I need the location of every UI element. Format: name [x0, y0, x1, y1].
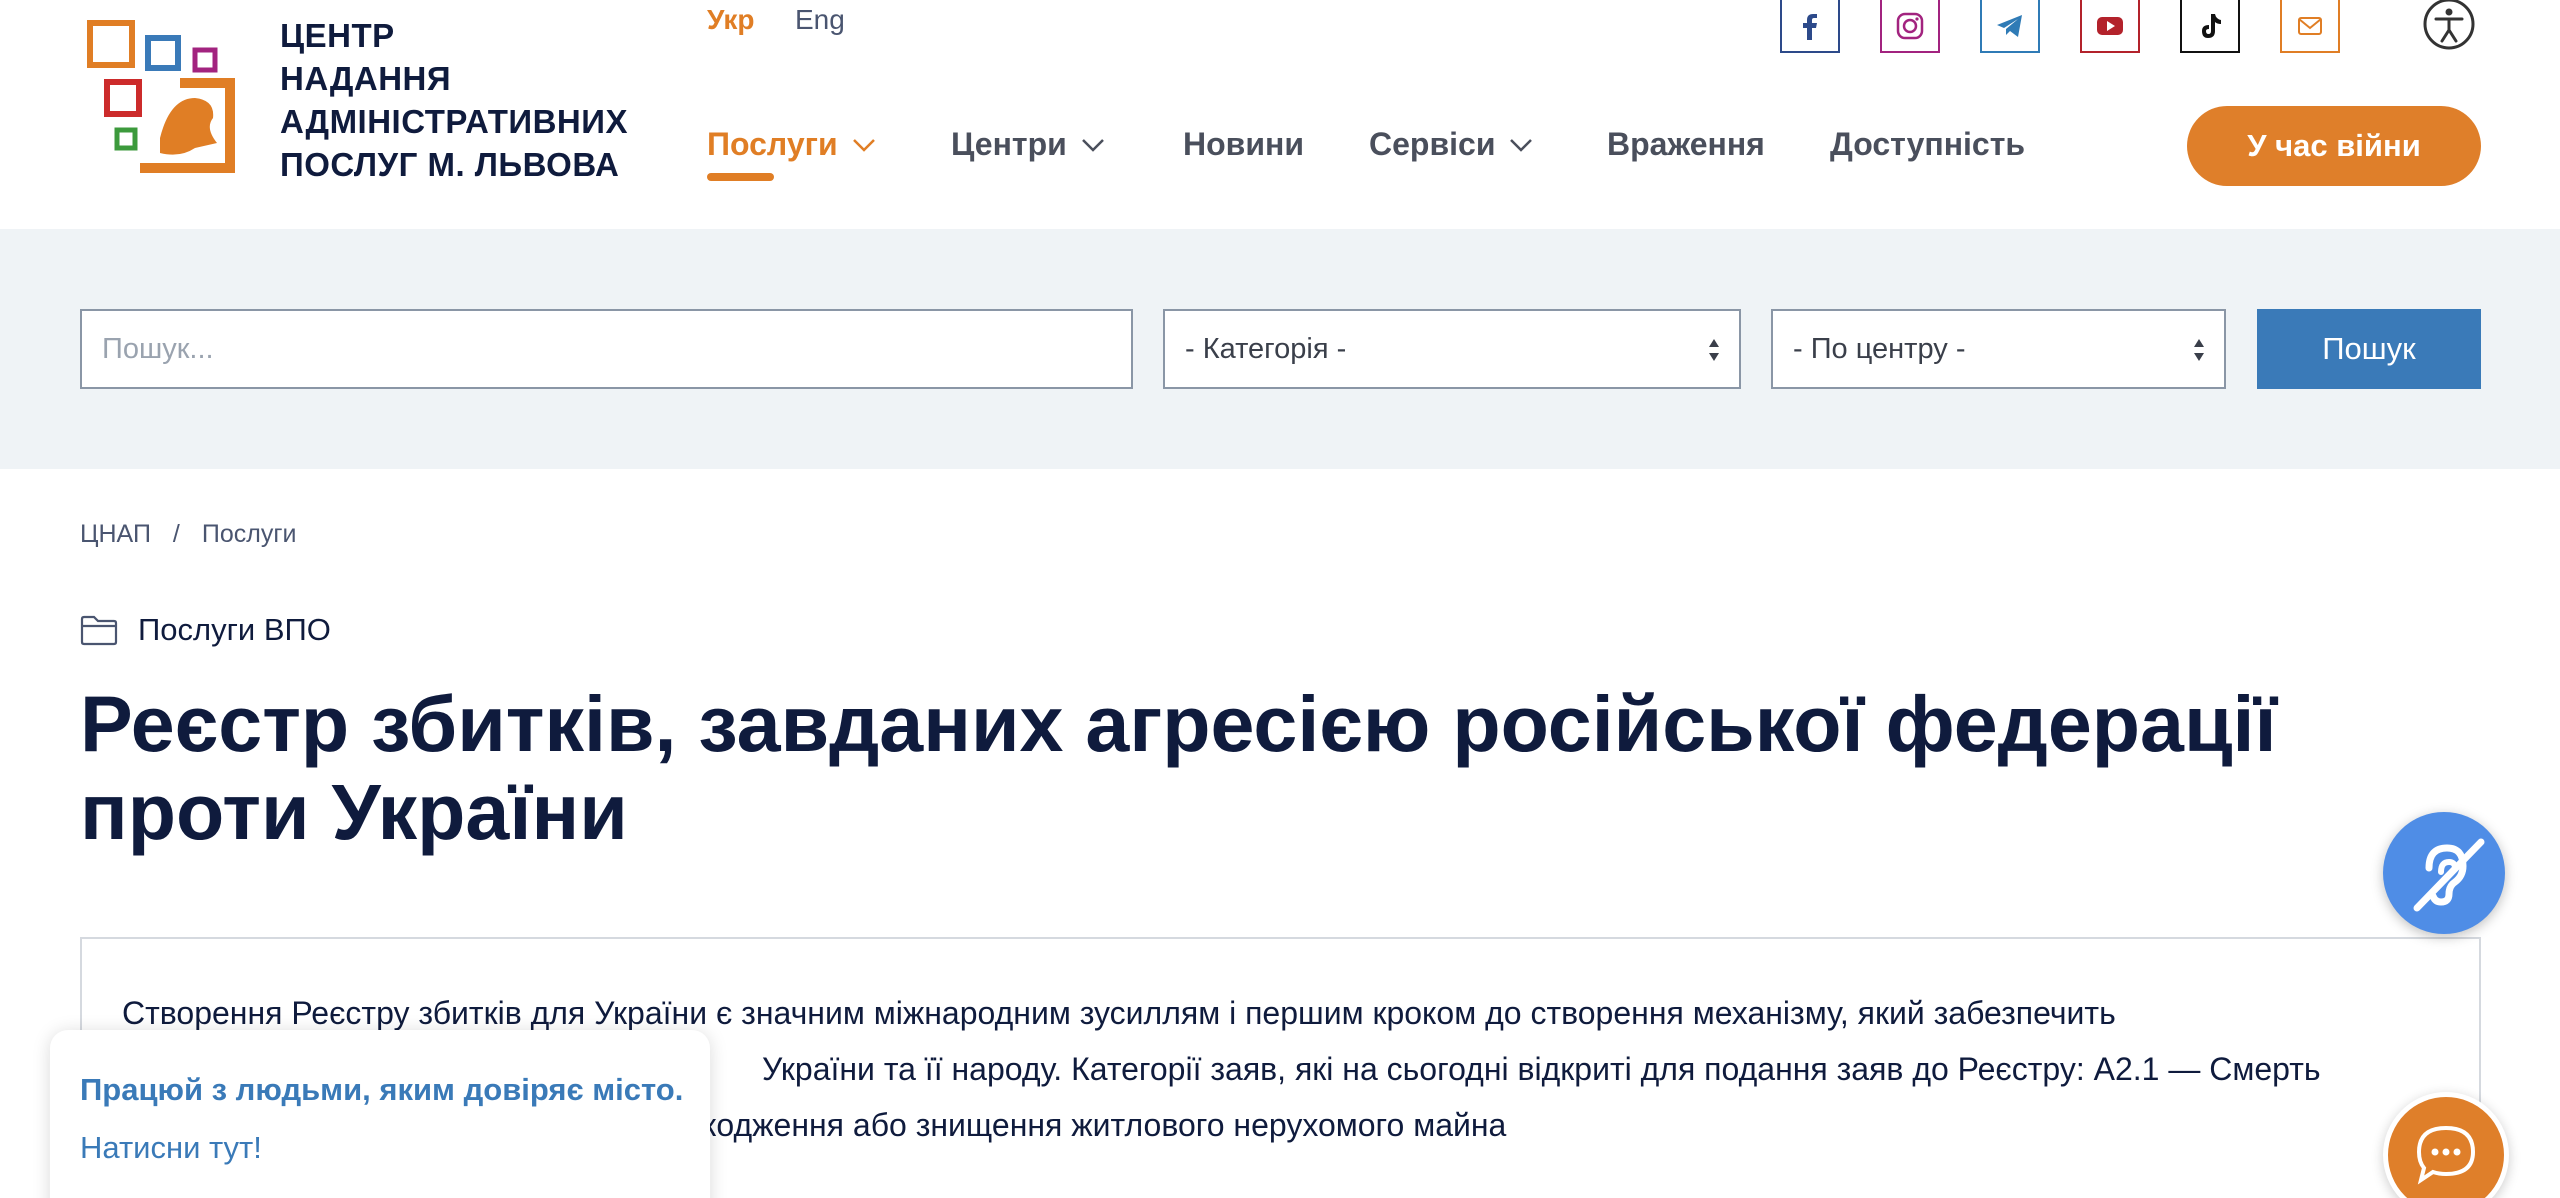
nav-services-online-label: Сервіси [1369, 126, 1496, 162]
breadcrumb-home[interactable]: ЦНАП [80, 520, 151, 549]
nav-centers[interactable]: Центри [951, 126, 1105, 163]
center-select-value: - По центру - [1793, 332, 1966, 365]
hearing-icon [2413, 838, 2485, 912]
lang-eng[interactable]: Eng [795, 4, 845, 36]
logo-line-2: НАДАННЯ [280, 60, 452, 97]
nav-accessibility-label: Доступність [1830, 126, 2026, 162]
telegram-icon [1997, 14, 2022, 37]
telegram-link[interactable] [1980, 0, 2040, 53]
nav-centers-label: Центри [951, 126, 1067, 162]
select-arrows-icon [1709, 339, 1719, 361]
breadcrumb-separator: / [172, 520, 180, 548]
nav-services-online[interactable]: Сервіси [1369, 126, 1533, 163]
site-header: ЦЕНТР НАДАННЯ АДМІНІСТРАТИВНИХ ПОСЛУГ М.… [0, 0, 2560, 229]
category-select[interactable]: - Категорія - [1163, 309, 1741, 389]
youtube-link[interactable] [2080, 0, 2140, 53]
logo-line-1: ЦЕНТР [280, 17, 395, 54]
category-link[interactable]: Послуги ВПО [80, 612, 331, 648]
chevron-down-icon [1081, 138, 1104, 152]
breadcrumb: ЦНАП / Послуги [80, 520, 296, 549]
site-logo[interactable] [85, 18, 245, 178]
popup-message[interactable]: Працюй з людьми, яким довіряє місто. [80, 1072, 683, 1108]
nav-impressions[interactable]: Враження [1607, 126, 1765, 163]
page-title: Реєстр збитків, завданих агресією російс… [80, 679, 2277, 856]
mail-link[interactable] [2280, 0, 2340, 53]
category-select-value: - Категорія - [1185, 332, 1347, 365]
center-select[interactable]: - По центру - [1771, 309, 2226, 389]
logo-line-4: ПОСЛУГ М. ЛЬВОВА [280, 146, 620, 183]
chat-icon [2416, 1125, 2476, 1185]
chevron-down-icon [852, 138, 875, 152]
nav-news[interactable]: Новини [1183, 126, 1304, 163]
category-label: Послуги ВПО [138, 612, 331, 647]
nav-services[interactable]: Послуги [707, 126, 876, 163]
nav-news-label: Новини [1183, 126, 1304, 162]
nav-active-indicator [707, 173, 774, 181]
instagram-icon [1896, 12, 1924, 39]
search-button[interactable]: Пошук [2257, 309, 2481, 389]
chevron-down-icon [1510, 138, 1533, 152]
facebook-icon [1803, 13, 1817, 40]
breadcrumb-services[interactable]: Послуги [202, 520, 297, 549]
nav-accessibility[interactable]: Доступність [1830, 126, 2025, 163]
select-arrows-icon [2194, 339, 2204, 361]
lang-ukr[interactable]: Укр [707, 4, 754, 36]
accessibility-icon[interactable] [2420, 0, 2478, 52]
nav-impressions-label: Враження [1607, 126, 1765, 162]
tiktok-link[interactable] [2180, 0, 2240, 53]
logo-line-3: АДМІНІСТРАТИВНИХ [280, 103, 628, 140]
logo-text[interactable]: ЦЕНТР НАДАННЯ АДМІНІСТРАТИВНИХ ПОСЛУГ М.… [280, 14, 628, 186]
tiktok-icon [2202, 13, 2221, 38]
mail-icon [2298, 16, 2322, 35]
nav-services-label: Послуги [707, 126, 838, 162]
search-input[interactable] [80, 309, 1133, 389]
war-time-button[interactable]: У час війни [2187, 106, 2481, 186]
job-popup[interactable]: Працюй з людьми, яким довіряє місто. Нат… [50, 1030, 710, 1198]
hearing-assist-button[interactable] [2383, 812, 2505, 934]
search-panel: - Категорія - - По центру - Пошук [0, 229, 2560, 469]
facebook-link[interactable] [1780, 0, 1840, 53]
popup-cta[interactable]: Натисни тут! [80, 1130, 262, 1166]
instagram-link[interactable] [1880, 0, 1940, 53]
youtube-icon [2097, 16, 2123, 35]
folder-icon [80, 615, 118, 646]
